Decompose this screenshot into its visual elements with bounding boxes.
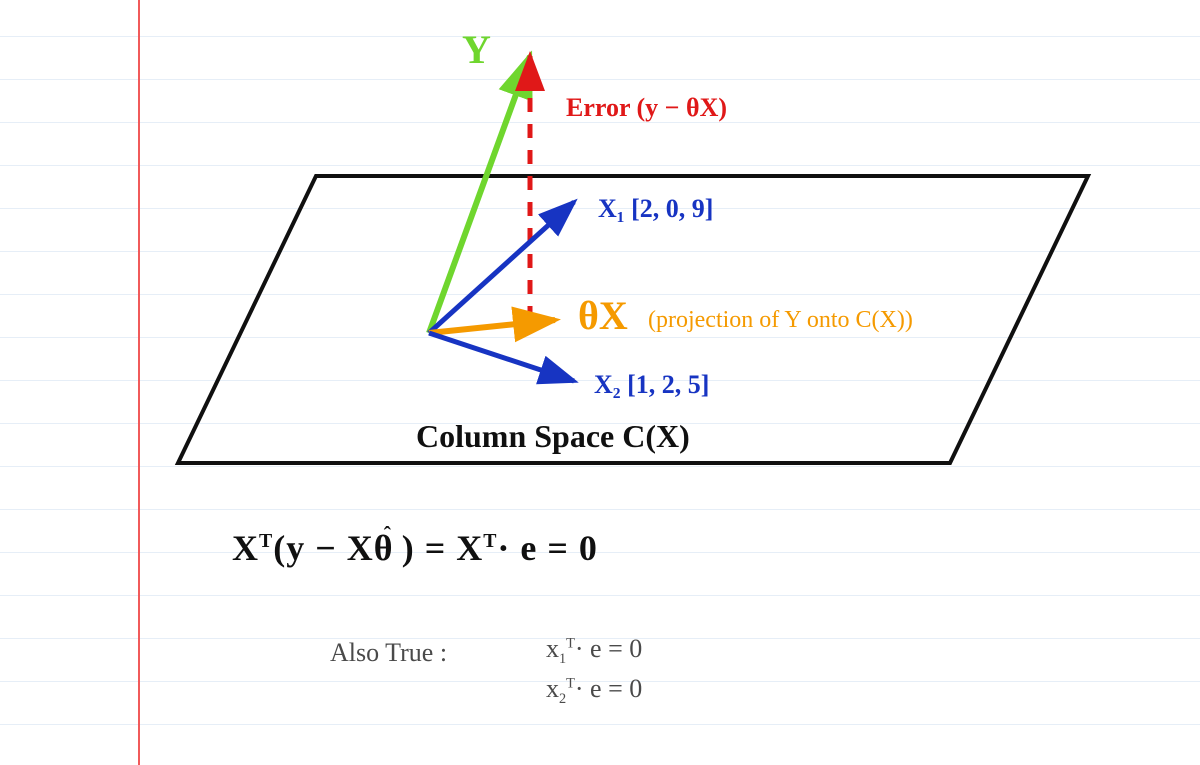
equation-main: XT(y − Xθˆ) = XT· e = 0 — [232, 530, 598, 566]
margin-line — [138, 0, 140, 765]
rule-line — [0, 251, 1200, 252]
label-also-true: Also True : — [330, 640, 447, 666]
notepaper-page: Y Error (y − θX) X₁ [2, 0, 9] θX (projec… — [0, 0, 1200, 765]
rule-line — [0, 122, 1200, 123]
rule-line — [0, 79, 1200, 80]
equation-x1: x1T· e = 0 — [546, 636, 642, 666]
vector-x1 — [429, 202, 574, 333]
rule-line — [0, 36, 1200, 37]
vector-y — [429, 56, 530, 333]
rule-line — [0, 509, 1200, 510]
label-x2: X₂ [1, 2, 5] — [594, 372, 709, 398]
rule-line — [0, 466, 1200, 467]
rule-line — [0, 595, 1200, 596]
vector-theta-x — [429, 320, 555, 333]
rule-line — [0, 724, 1200, 725]
vector-x2 — [429, 333, 574, 381]
equation-x2: x2T· e = 0 — [546, 676, 642, 706]
label-plane: Column Space C(X) — [416, 420, 690, 452]
label-y: Y — [462, 30, 491, 70]
label-error: Error (y − θX) — [566, 95, 727, 121]
rule-line — [0, 552, 1200, 553]
rule-line — [0, 165, 1200, 166]
label-x1: X₁ [2, 0, 9] — [598, 196, 713, 222]
label-theta-x: θX — [578, 296, 628, 336]
label-theta-x-note: (projection of Y onto C(X)) — [648, 308, 913, 332]
